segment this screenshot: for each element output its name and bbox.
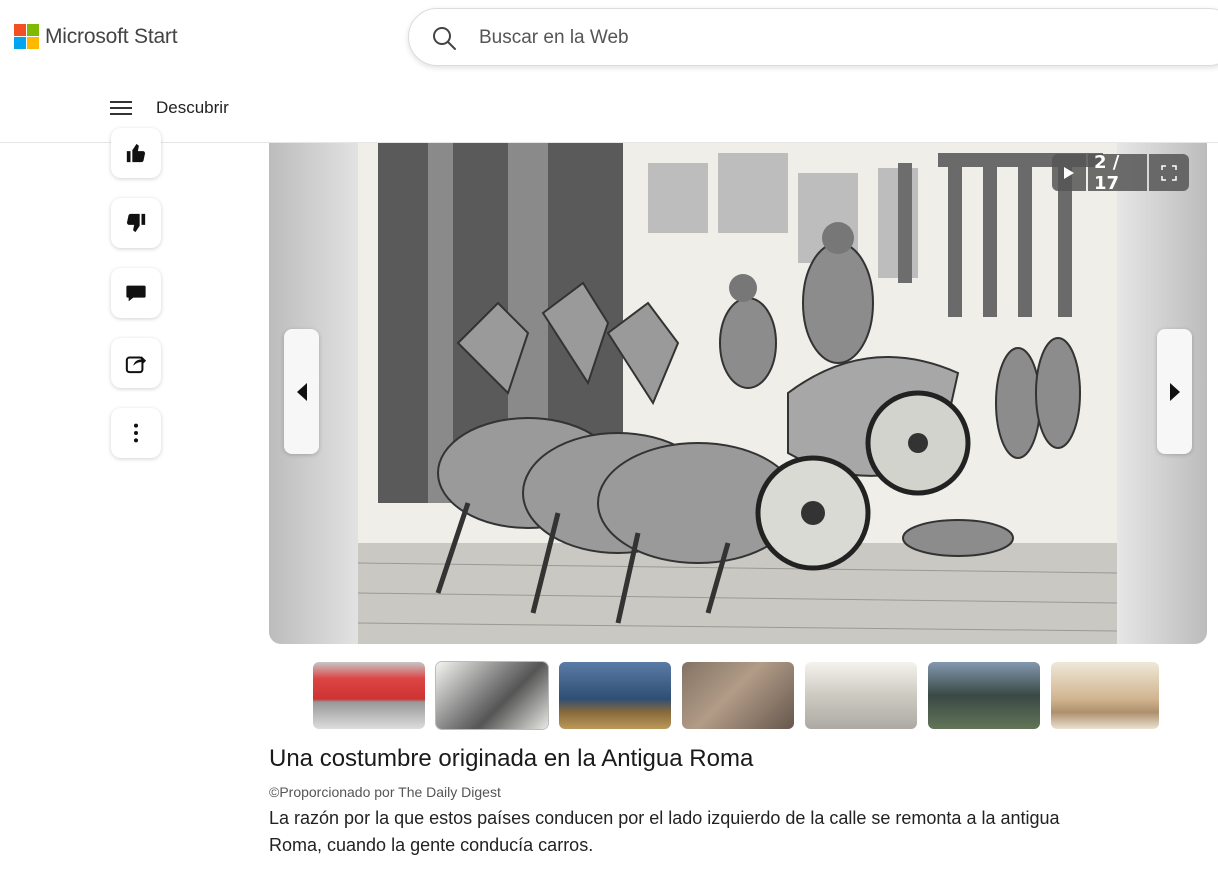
more-options-button[interactable] xyxy=(111,408,161,458)
share-icon xyxy=(125,356,147,374)
image-credit: ©Proporcionado por The Daily Digest xyxy=(269,784,501,800)
like-button[interactable] xyxy=(111,128,161,178)
discover-menu-label[interactable]: Descubrir xyxy=(156,98,229,118)
hamburger-menu-icon[interactable] xyxy=(110,101,132,117)
top-bar: Microsoft Start xyxy=(0,0,1218,76)
comment-icon xyxy=(126,285,146,302)
thumbs-up-icon xyxy=(126,143,146,163)
search-input[interactable] xyxy=(479,22,1079,54)
slide-counter: 2 / 17 xyxy=(1088,152,1147,194)
chevron-left-icon xyxy=(296,382,307,401)
slideshow-stage: 2 / 17 xyxy=(269,143,1207,644)
chevron-right-icon xyxy=(1169,382,1180,401)
search-box[interactable] xyxy=(408,8,1218,66)
search-icon[interactable] xyxy=(431,25,457,51)
thumbnail-6[interactable] xyxy=(928,662,1040,729)
comment-button[interactable] xyxy=(111,268,161,318)
thumbnail-5[interactable] xyxy=(805,662,917,729)
play-icon xyxy=(1064,166,1074,179)
fullscreen-button[interactable] xyxy=(1149,154,1189,191)
thumbnail-2[interactable] xyxy=(436,662,548,729)
previous-slide-button[interactable] xyxy=(284,329,319,454)
thumbnail-3[interactable] xyxy=(559,662,671,729)
slide-image[interactable] xyxy=(358,143,1117,644)
thumbnail-4[interactable] xyxy=(682,662,794,729)
next-slide-button[interactable] xyxy=(1157,329,1192,454)
brand-name: Microsoft Start xyxy=(45,24,178,48)
slideshow-controls: 2 / 17 xyxy=(1052,152,1189,194)
play-button[interactable] xyxy=(1052,154,1086,191)
sub-navigation: Descubrir xyxy=(0,76,1218,143)
slide-title: Una costumbre originada en la Antigua Ro… xyxy=(269,745,754,772)
thumbnail-1[interactable] xyxy=(313,662,425,729)
slide-description: La razón por la que estos países conduce… xyxy=(269,808,1060,855)
share-button[interactable] xyxy=(111,338,161,388)
microsoft-logo-icon xyxy=(14,24,39,49)
thumbs-down-icon xyxy=(126,213,146,233)
thumbnail-7[interactable] xyxy=(1051,662,1159,729)
microsoft-start-logo[interactable]: Microsoft Start xyxy=(14,24,178,49)
fullscreen-icon xyxy=(1161,164,1177,181)
more-vertical-icon xyxy=(133,423,139,443)
dislike-button[interactable] xyxy=(111,198,161,248)
